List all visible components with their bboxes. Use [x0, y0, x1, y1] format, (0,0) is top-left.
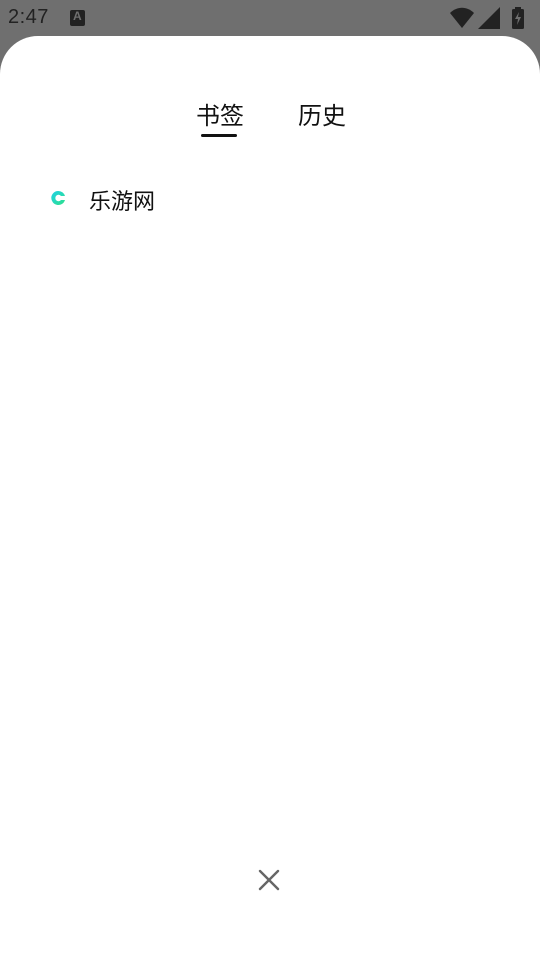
- active-tab-indicator: [201, 134, 237, 137]
- bookmark-list: 乐游网: [0, 178, 540, 218]
- close-icon: [258, 869, 280, 891]
- battery-icon: [512, 7, 524, 29]
- text-a-icon: [70, 9, 85, 26]
- wifi-icon: [450, 7, 474, 28]
- status-time: 2:47: [8, 6, 49, 28]
- status-bar: 2:47: [0, 0, 540, 36]
- tab-bar: 书签 历史: [0, 96, 540, 140]
- tab-history[interactable]: 历史: [298, 96, 346, 131]
- tab-bookmarks[interactable]: 书签: [196, 96, 244, 131]
- signal-icon: [478, 7, 500, 29]
- bookmark-title: 乐游网: [89, 190, 156, 215]
- close-button[interactable]: [251, 862, 287, 898]
- bookmark-item[interactable]: 乐游网: [0, 178, 540, 218]
- site-favicon-icon: [51, 190, 65, 205]
- bookmarks-sheet: 书签 历史 乐游网: [0, 36, 540, 960]
